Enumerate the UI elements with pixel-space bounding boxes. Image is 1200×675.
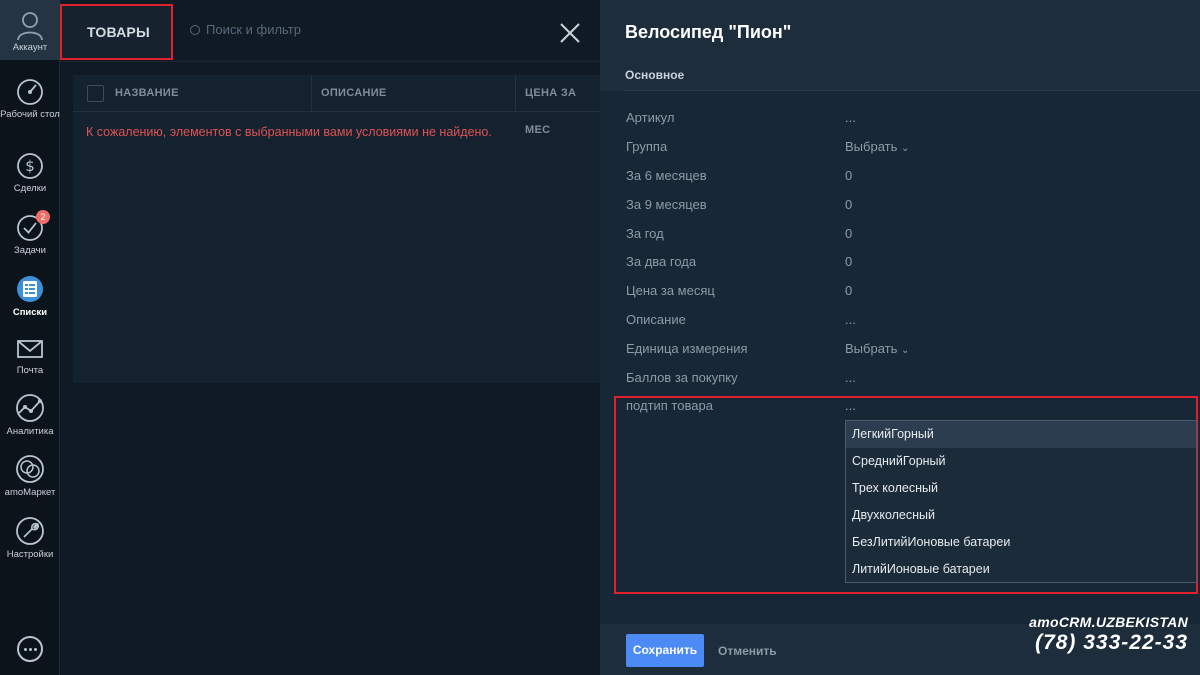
field-label-year: За год bbox=[626, 226, 664, 241]
empty-message: К сожалению, элементов с выбранными вами… bbox=[86, 125, 492, 139]
list-topbar: ТОВАРЫ Поиск и фильтр bbox=[60, 0, 600, 62]
account-button[interactable]: Аккаунт bbox=[0, 0, 60, 60]
field-value-year[interactable]: 0 bbox=[845, 226, 852, 241]
column-header-description[interactable]: ОПИСАНИЕ bbox=[321, 75, 387, 112]
svg-text:$: $ bbox=[25, 157, 35, 175]
dollar-icon: $ bbox=[17, 153, 43, 179]
unit-select-label: Выбрать bbox=[845, 341, 898, 356]
dropdown-option[interactable]: ЛитийИоновые батареи bbox=[846, 556, 1196, 583]
search-input[interactable]: Поиск и фильтр bbox=[190, 22, 301, 37]
select-all-checkbox[interactable] bbox=[87, 85, 104, 102]
nav-tasks-label: Задачи bbox=[14, 245, 46, 256]
list-area: ТОВАРЫ Поиск и фильтр НАЗВАНИЕ ОПИСАНИЕ … bbox=[60, 0, 600, 675]
column-header-name[interactable]: НАЗВАНИЕ bbox=[115, 75, 179, 112]
chat-icon[interactable] bbox=[17, 636, 43, 662]
field-value-9-months[interactable]: 0 bbox=[845, 197, 852, 212]
search-placeholder: Поиск и фильтр bbox=[206, 22, 301, 37]
column-divider bbox=[515, 75, 516, 112]
list-title-box: ТОВАРЫ bbox=[60, 4, 173, 60]
nav-deals[interactable]: $ Сделки bbox=[0, 152, 60, 194]
field-label-unit: Единица измерения bbox=[626, 341, 748, 356]
nav-market[interactable]: amoМаркет bbox=[0, 454, 60, 498]
nav-settings[interactable]: Настройки bbox=[0, 516, 60, 560]
watermark-phone: (78) 333-22-33 bbox=[1035, 631, 1188, 654]
watermark: amoCRM.UZBEKISTAN (78) 333-22-33 bbox=[1029, 614, 1188, 655]
search-icon bbox=[190, 25, 200, 35]
field-label-points: Баллов за покупку bbox=[626, 370, 738, 385]
field-value-monthly-price[interactable]: 0 bbox=[845, 283, 852, 298]
column-header-price[interactable]: ЦЕНА ЗА МЕС bbox=[525, 75, 600, 136]
field-label-monthly-price: Цена за месяц bbox=[626, 283, 715, 298]
nav-lists-label: Списки bbox=[12, 307, 48, 318]
left-sidebar: Аккаунт Рабочий стол $ Сделки 2 Задачи С… bbox=[0, 0, 60, 675]
chevron-down-icon: ⌄ bbox=[901, 345, 910, 356]
tab-main[interactable]: Основное bbox=[625, 68, 690, 92]
tasks-badge: 2 bbox=[36, 210, 50, 224]
field-label-description: Описание bbox=[626, 312, 686, 327]
mail-icon bbox=[17, 340, 43, 358]
nav-mail[interactable]: Почта bbox=[0, 336, 60, 376]
nav-analytics[interactable]: Аналитика bbox=[0, 393, 60, 437]
field-value-points[interactable]: ... bbox=[845, 370, 856, 385]
subtype-dropdown[interactable]: ЛегкийГорный СреднийГорный Трех колесный… bbox=[845, 420, 1197, 583]
field-value-sku[interactable]: ... bbox=[845, 110, 856, 125]
group-select-label: Выбрать bbox=[845, 139, 898, 154]
dropdown-option[interactable]: СреднийГорный bbox=[846, 448, 1196, 475]
product-panel: Велосипед "Пион" Основное Артикул ... Гр… bbox=[600, 0, 1200, 675]
nav-lists[interactable]: Списки bbox=[0, 274, 60, 318]
nav-market-label: amoМаркет bbox=[4, 487, 56, 498]
field-value-6-months[interactable]: 0 bbox=[845, 168, 852, 183]
dropdown-option[interactable]: Двухколесный bbox=[846, 502, 1196, 529]
nav-deals-label: Сделки bbox=[13, 183, 47, 194]
chevron-down-icon: ⌄ bbox=[901, 143, 910, 154]
watermark-brand: amoCRM.UZBEKISTAN bbox=[1029, 614, 1188, 630]
analytics-icon bbox=[16, 394, 44, 422]
dropdown-option[interactable]: Трех колесный bbox=[846, 475, 1196, 502]
field-label-sku: Артикул bbox=[626, 110, 675, 125]
dropdown-option[interactable]: ЛегкийГорный bbox=[846, 421, 1196, 448]
table-header: НАЗВАНИЕ ОПИСАНИЕ ЦЕНА ЗА МЕС bbox=[73, 75, 600, 136]
market-icon bbox=[16, 455, 44, 483]
field-label-two-years: За два года bbox=[626, 254, 697, 269]
settings-icon bbox=[16, 517, 44, 545]
account-label: Аккаунт bbox=[12, 42, 48, 53]
field-label-9-months: За 9 месяцев bbox=[626, 197, 707, 212]
panel-title: Велосипед "Пион" bbox=[625, 22, 792, 42]
dashboard-icon bbox=[17, 79, 43, 105]
lists-icon bbox=[17, 276, 43, 302]
group-select[interactable]: Выбрать ⌄ bbox=[845, 139, 909, 154]
field-value-two-years[interactable]: 0 bbox=[845, 254, 852, 269]
nav-dashboard[interactable]: Рабочий стол bbox=[0, 78, 60, 120]
close-icon[interactable] bbox=[558, 21, 582, 45]
dropdown-option[interactable]: БезЛитийИоновые батареи bbox=[846, 529, 1196, 556]
save-button[interactable]: Сохранить bbox=[626, 634, 704, 667]
nav-analytics-label: Аналитика bbox=[6, 426, 54, 437]
nav-settings-label: Настройки bbox=[6, 549, 54, 560]
nav-tasks[interactable]: 2 Задачи bbox=[0, 210, 60, 256]
products-table: НАЗВАНИЕ ОПИСАНИЕ ЦЕНА ЗА МЕС К сожалени… bbox=[73, 75, 600, 383]
nav-mail-label: Почта bbox=[16, 365, 44, 376]
user-avatar-icon bbox=[17, 12, 43, 40]
nav-dashboard-label: Рабочий стол bbox=[0, 109, 60, 120]
column-divider bbox=[311, 75, 312, 112]
cancel-button[interactable]: Отменить bbox=[718, 644, 777, 658]
field-label-group: Группа bbox=[626, 139, 668, 154]
unit-select[interactable]: Выбрать ⌄ bbox=[845, 341, 909, 356]
list-title: ТОВАРЫ bbox=[87, 24, 150, 40]
app-root: Аккаунт Рабочий стол $ Сделки 2 Задачи С… bbox=[0, 0, 1200, 675]
field-label-6-months: За 6 месяцев bbox=[626, 168, 707, 183]
field-value-description[interactable]: ... bbox=[845, 312, 856, 327]
